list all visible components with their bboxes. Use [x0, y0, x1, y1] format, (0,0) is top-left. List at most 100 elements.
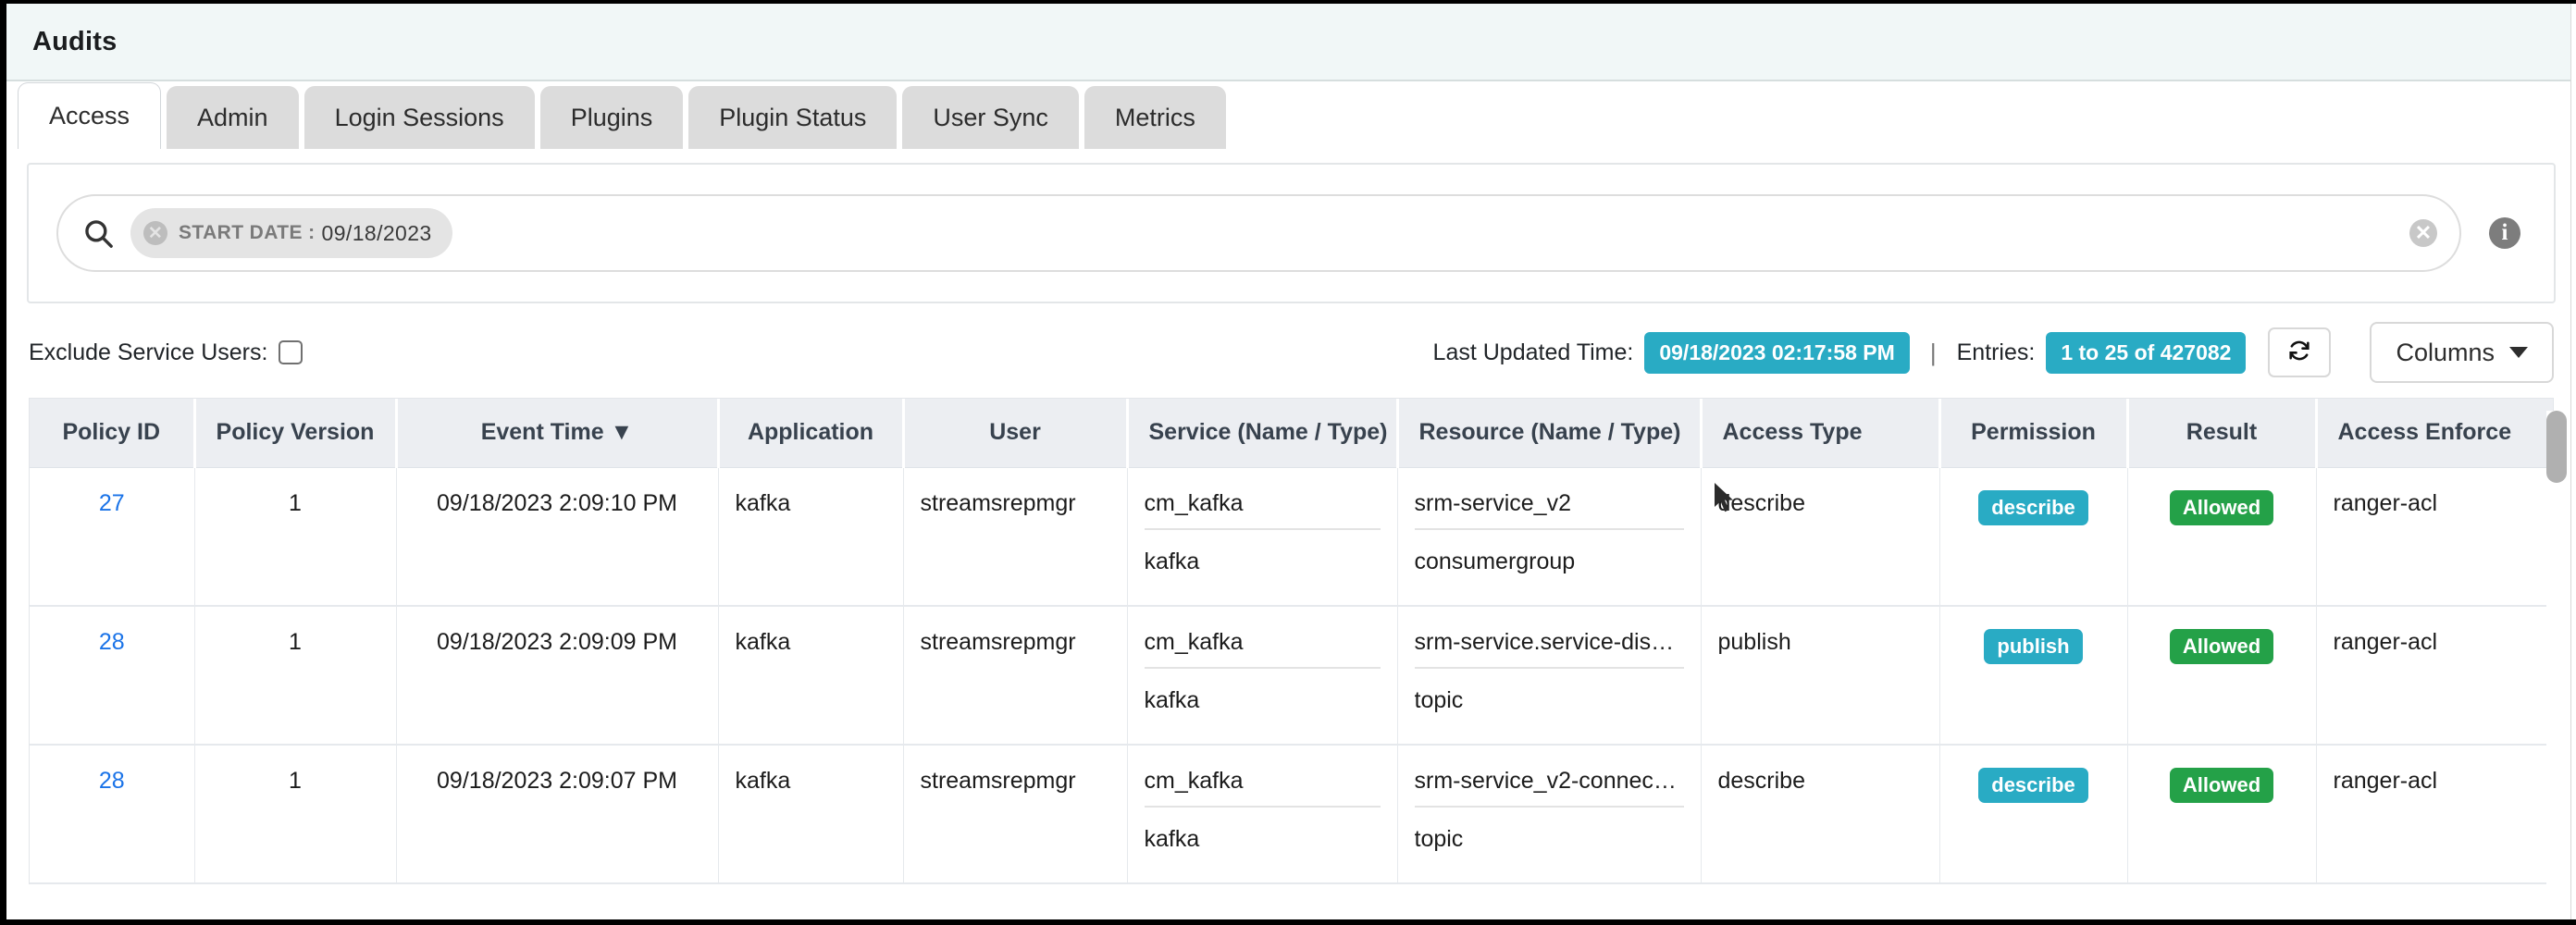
chip-value: 09/18/2023	[322, 221, 432, 246]
vertical-scrollbar[interactable]	[2546, 411, 2567, 925]
cell-permission: publish	[1939, 606, 2127, 745]
column-header-policy-id[interactable]: Policy ID	[30, 399, 194, 467]
cell-policy-id: 28	[30, 745, 194, 883]
resource-name: srm-service.service-dis…	[1415, 629, 1684, 669]
exclude-service-users[interactable]: Exclude Service Users:	[29, 339, 303, 366]
resource-name: srm-service_v2-connec…	[1415, 768, 1684, 808]
controls-right: Last Updated Time: 09/18/2023 02:17:58 P…	[1433, 322, 2554, 383]
audits-page: Audits Access Admin Login Sessions Plugins P…	[0, 0, 2576, 925]
cell-access-type: describe	[1701, 745, 1939, 883]
cell-resource: srm-service_v2-connec…topic	[1397, 745, 1701, 883]
controls-row: Exclude Service Users: Last Updated Time…	[29, 320, 2554, 385]
service-type: kafka	[1145, 530, 1381, 575]
tab-label: Login Sessions	[335, 104, 504, 132]
policy-id-link[interactable]: 28	[99, 768, 125, 794]
table-row[interactable]: 28109/18/2023 2:09:09 PMkafkastreamsrepm…	[30, 606, 2554, 745]
tab-admin[interactable]: Admin	[167, 86, 299, 149]
table-row[interactable]: 27109/18/2023 2:09:10 PMkafkastreamsrepm…	[30, 467, 2554, 606]
filter-chip-start-date[interactable]: ✕ START DATE : 09/18/2023	[130, 208, 452, 258]
column-header-access-type[interactable]: Access Type	[1701, 399, 1939, 467]
tab-user-sync[interactable]: User Sync	[902, 86, 1079, 149]
result-badge: Allowed	[2170, 768, 2273, 803]
column-header-resource-name-type[interactable]: Resource (Name / Type)	[1397, 399, 1701, 467]
tab-login-sessions[interactable]: Login Sessions	[304, 86, 535, 149]
service-name: cm_kafka	[1145, 490, 1381, 530]
tab-metrics[interactable]: Metrics	[1084, 86, 1226, 149]
cell-user: streamsrepmgr	[903, 606, 1127, 745]
service-type: kafka	[1145, 808, 1381, 853]
separator: |	[1930, 339, 1937, 367]
exclude-service-users-label: Exclude Service Users:	[29, 339, 267, 366]
table-body: 27109/18/2023 2:09:10 PMkafkastreamsrepm…	[30, 467, 2554, 883]
audit-table-container: Policy IDPolicy VersionEvent Time ▼Appli…	[29, 398, 2554, 884]
cell-policy-version: 1	[194, 606, 396, 745]
chip-remove-icon[interactable]: ✕	[143, 221, 167, 245]
cell-result: Allowed	[2127, 745, 2316, 883]
policy-id-link[interactable]: 27	[99, 490, 125, 516]
entries-label: Entries:	[1957, 339, 2036, 366]
tab-label: Access	[49, 102, 130, 130]
cell-service: cm_kafkakafka	[1127, 745, 1397, 883]
cell-application: kafka	[718, 606, 903, 745]
cell-result: Allowed	[2127, 467, 2316, 606]
service-name: cm_kafka	[1145, 768, 1381, 808]
tab-plugins[interactable]: Plugins	[540, 86, 684, 149]
info-icon[interactable]: i	[2489, 217, 2520, 249]
audit-table: Policy IDPolicy VersionEvent Time ▼Appli…	[30, 399, 2554, 884]
chevron-down-icon	[2509, 347, 2528, 358]
cell-result: Allowed	[2127, 606, 2316, 745]
last-updated-badge: 09/18/2023 02:17:58 PM	[1644, 332, 1909, 374]
cell-event-time: 09/18/2023 2:09:07 PM	[396, 745, 718, 883]
permission-badge: describe	[1978, 490, 2088, 525]
cell-access-type: describe	[1701, 467, 1939, 606]
column-header-permission[interactable]: Permission	[1939, 399, 2127, 467]
column-header-application[interactable]: Application	[718, 399, 903, 467]
page-title: Audits	[32, 27, 117, 57]
cell-resource: srm-service_v2consumergroup	[1397, 467, 1701, 606]
cell-application: kafka	[718, 467, 903, 606]
columns-button[interactable]: Columns	[2370, 322, 2554, 383]
cell-access-enforcer: ranger-acl	[2316, 467, 2554, 606]
service-type: kafka	[1145, 669, 1381, 714]
tab-label: User Sync	[933, 104, 1048, 132]
column-header-policy-version[interactable]: Policy Version	[194, 399, 396, 467]
column-header-user[interactable]: User	[903, 399, 1127, 467]
search-panel: ✕ START DATE : 09/18/2023 ✕ i	[27, 163, 2556, 303]
vertical-scrollbar-thumb[interactable]	[2546, 411, 2567, 483]
table-row[interactable]: 28109/18/2023 2:09:07 PMkafkastreamsrepm…	[30, 745, 2554, 883]
search-icon	[82, 217, 114, 249]
tab-label: Metrics	[1115, 104, 1195, 132]
result-badge: Allowed	[2170, 490, 2273, 525]
exclude-service-users-checkbox[interactable]	[279, 340, 303, 364]
page-header: Audits	[6, 4, 2576, 81]
cell-application: kafka	[718, 745, 903, 883]
cell-access-enforcer: ranger-acl	[2316, 745, 2554, 883]
tab-access[interactable]: Access	[18, 82, 161, 149]
column-header-service-name-type[interactable]: Service (Name / Type)	[1127, 399, 1397, 467]
cell-access-type: publish	[1701, 606, 1939, 745]
resource-type: consumergroup	[1415, 530, 1684, 575]
search-input[interactable]: ✕ START DATE : 09/18/2023 ✕	[56, 194, 2461, 272]
tab-label: Admin	[197, 104, 268, 132]
service-name: cm_kafka	[1145, 629, 1381, 669]
resource-type: topic	[1415, 808, 1684, 853]
permission-badge: publish	[1984, 629, 2082, 664]
cell-permission: describe	[1939, 745, 2127, 883]
cell-policy-id: 27	[30, 467, 194, 606]
column-header-access-enforce[interactable]: Access Enforce	[2316, 399, 2554, 467]
column-header-event-time[interactable]: Event Time ▼	[396, 399, 718, 467]
cell-event-time: 09/18/2023 2:09:09 PM	[396, 606, 718, 745]
cell-service: cm_kafkakafka	[1127, 606, 1397, 745]
chip-label: START DATE :	[179, 222, 316, 244]
refresh-button[interactable]	[2268, 327, 2331, 377]
policy-id-link[interactable]: 28	[99, 629, 125, 655]
tab-plugin-status[interactable]: Plugin Status	[688, 86, 897, 149]
column-header-result[interactable]: Result	[2127, 399, 2316, 467]
cell-permission: describe	[1939, 467, 2127, 606]
tab-label: Plugin Status	[719, 104, 866, 132]
resource-name: srm-service_v2	[1415, 490, 1684, 530]
columns-button-label: Columns	[2396, 339, 2495, 367]
page-right-edge	[2570, 4, 2576, 925]
result-badge: Allowed	[2170, 629, 2273, 664]
clear-icon[interactable]: ✕	[2409, 219, 2437, 247]
